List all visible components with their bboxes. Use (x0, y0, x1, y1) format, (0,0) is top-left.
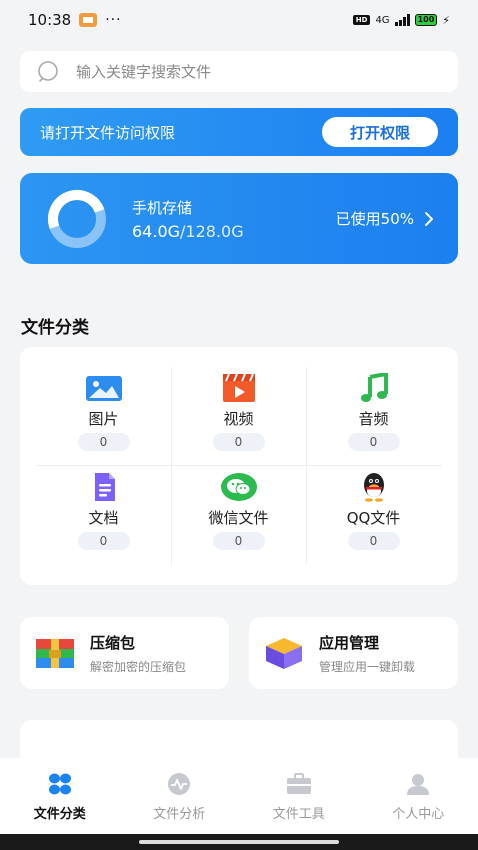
image-icon (85, 376, 122, 401)
category-label: 文档 (88, 509, 119, 527)
tool-archive[interactable]: 压缩包 解密加密的压缩包 (20, 617, 229, 689)
category-count: 0 (347, 532, 400, 550)
storage-total-amount: /128.0G (180, 221, 244, 241)
status-time: 10:38 (28, 11, 72, 29)
music-icon (360, 373, 388, 402)
qq-icon (363, 473, 384, 502)
signal-icon (394, 14, 410, 26)
wechat-icon (220, 473, 257, 501)
storage-used-link[interactable]: 已使用50% (336, 208, 434, 229)
storage-title: 手机存储 (132, 198, 193, 217)
bottom-tab-bar: 文件分类 文件分析 文件工具 个人中心 (0, 758, 478, 834)
category-count: 0 (77, 433, 130, 451)
status-indicators: HD 4G 100 ⚡ (352, 13, 450, 27)
section-title-file-categories: 文件分类 (21, 318, 89, 338)
status-bar: 10:38 ··· HD 4G 100 ⚡ (0, 0, 478, 40)
tool-app-manager[interactable]: 应用管理 管理应用一键卸载 (249, 617, 458, 689)
tool-text: 压缩包 解密加密的压缩包 (90, 632, 186, 675)
app-box-icon (266, 638, 302, 669)
category-documents[interactable]: 文档 0 (36, 466, 171, 565)
tab-personal-center[interactable]: 个人中心 (359, 758, 478, 834)
category-qq-files[interactable]: QQ文件 0 (306, 466, 441, 565)
tab-label: 个人中心 (392, 807, 445, 822)
tab-label: 文件分析 (153, 807, 206, 822)
storage-used-amount: 64.0G (132, 221, 181, 241)
tool-title: 压缩包 (90, 633, 136, 652)
home-indicator[interactable] (139, 840, 339, 844)
tab-label: 文件分类 (33, 807, 86, 822)
tab-file-tools[interactable]: 文件工具 (239, 758, 359, 834)
tab-label: 文件工具 (272, 807, 325, 822)
storage-card[interactable]: 手机存储 64.0G/128.0G 已使用50% (20, 173, 458, 264)
open-permission-button[interactable]: 打开权限 (322, 117, 438, 147)
charging-icon: ⚡ (442, 13, 450, 27)
analysis-icon (168, 773, 191, 795)
status-more-icon: ··· (105, 12, 122, 28)
storage-used-label: 已使用50% (335, 210, 414, 228)
tool-subtitle: 解密加密的压缩包 (90, 659, 187, 674)
tab-file-categories[interactable]: 文件分类 (0, 758, 120, 834)
category-wechat-files[interactable]: 微信文件 0 (171, 466, 306, 565)
category-label: 图片 (88, 410, 119, 428)
category-label: 微信文件 (208, 509, 269, 527)
storage-info: 手机存储 64.0G/128.0G (132, 197, 244, 241)
category-count: 0 (212, 433, 265, 451)
category-video[interactable]: 视频 0 (171, 367, 306, 466)
category-grid-icon (48, 773, 71, 795)
permission-text: 请打开文件访问权限 (40, 123, 176, 142)
category-label: 视频 (223, 410, 254, 428)
hd-icon: HD (352, 15, 371, 25)
tool-subtitle: 管理应用一键卸载 (319, 659, 416, 674)
search-input[interactable]: 输入关键字搜索文件 (20, 51, 458, 92)
video-icon (222, 373, 255, 402)
tab-file-analysis[interactable]: 文件分析 (120, 758, 240, 834)
network-type: 4G (375, 14, 390, 26)
storage-amount: 64.0G/128.0G (132, 222, 244, 241)
toolbox-icon (286, 773, 311, 794)
storage-ring-icon (48, 189, 106, 248)
category-count: 0 (77, 532, 130, 550)
archive-icon (36, 639, 74, 668)
chevron-right-icon (425, 211, 433, 226)
notification-app-icon (79, 13, 98, 27)
permission-banner: 请打开文件访问权限 打开权限 (20, 108, 458, 156)
category-label: QQ文件 (346, 509, 401, 527)
system-navigation-bar (0, 834, 478, 850)
category-grid: 图片 0 视频 0 音频 0 文档 0 微信文件 0 QQ文件 0 (36, 367, 442, 565)
user-icon (407, 774, 430, 795)
search-icon (38, 60, 58, 82)
category-count: 0 (212, 532, 265, 550)
search-placeholder: 输入关键字搜索文件 (76, 63, 212, 81)
tool-text: 应用管理 管理应用一键卸载 (319, 632, 415, 675)
category-audio[interactable]: 音频 0 (306, 367, 441, 466)
tool-title: 应用管理 (319, 633, 380, 652)
battery-icon: 100 (414, 14, 438, 26)
category-card: 图片 0 视频 0 音频 0 文档 0 微信文件 0 QQ文件 0 (20, 347, 458, 585)
document-icon (94, 473, 115, 501)
category-images[interactable]: 图片 0 (36, 367, 171, 466)
category-label: 音频 (358, 410, 389, 428)
category-count: 0 (347, 433, 400, 451)
